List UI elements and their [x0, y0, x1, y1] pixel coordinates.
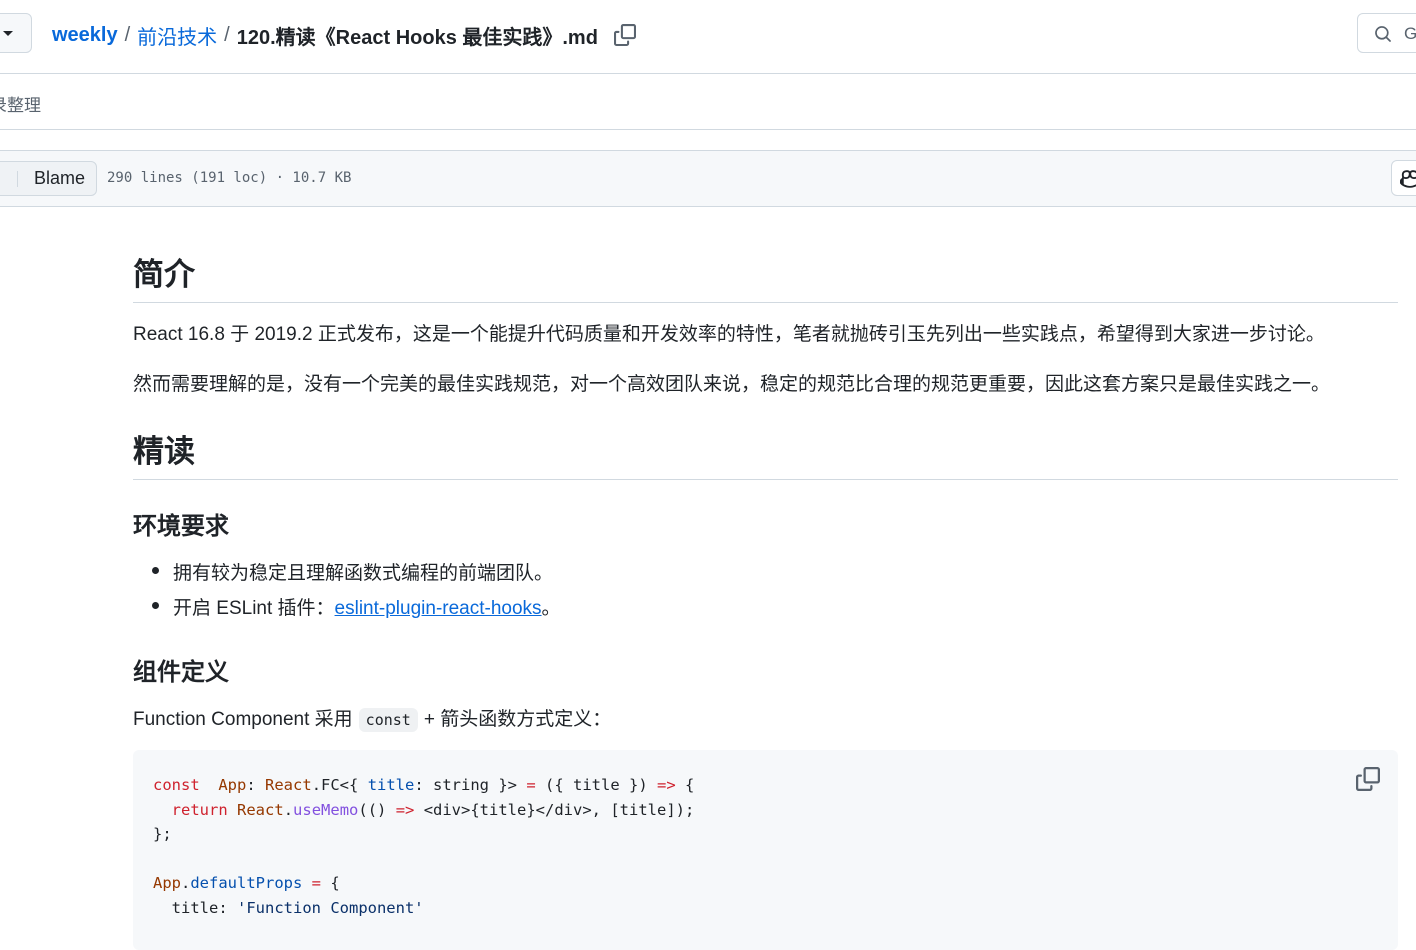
- code-token: :: [246, 776, 266, 794]
- list-item: 拥有较为稳定且理解函数式编程的前端团队。: [152, 558, 554, 585]
- code-token: defaultProps: [190, 874, 303, 893]
- paragraph-text: + 箭头函数方式定义：: [423, 709, 612, 730]
- code-token: : string }>: [414, 776, 527, 794]
- code-token: .: [181, 874, 191, 893]
- code-token: {: [321, 874, 340, 893]
- breadcrumb-separator: /: [124, 23, 131, 46]
- code-token: App: [218, 776, 247, 794]
- paragraph-intro-2: 然而需要理解的是，没有一个完美的最佳实践规范，对一个高效团队来说，稳定的规范比合…: [133, 374, 1331, 395]
- code-token: title: [367, 776, 415, 794]
- latest-commit-bar: 录整理: [0, 74, 1416, 130]
- breadcrumb-folder-link[interactable]: 前沿技术: [137, 21, 217, 50]
- breadcrumb-file-name: 120.精读《React Hooks 最佳实践》.md: [236, 26, 598, 49]
- code-token: ({ title }): [535, 776, 658, 794]
- heading-intro: 简介: [133, 249, 1398, 303]
- search-icon: [1375, 26, 1391, 42]
- breadcrumb-repo-link[interactable]: weekly: [52, 24, 118, 47]
- heading-component-definition: 组件定义: [133, 659, 229, 686]
- branch-selector-button[interactable]: [0, 13, 32, 53]
- code-token: useMemo: [293, 800, 359, 819]
- copilot-button[interactable]: [1391, 160, 1416, 196]
- bullet: [152, 567, 159, 574]
- copy-path-icon[interactable]: [613, 24, 636, 46]
- list-item-text: 拥有较为稳定且理解函数式编程的前端团队。: [173, 563, 554, 584]
- inline-code: const: [358, 708, 418, 732]
- code-token: title:: [153, 898, 237, 917]
- file-info-text: 290 lines (191 loc) · 10.7 KB: [107, 170, 352, 186]
- code-block: const App: React.FC<{ title: string }> =…: [133, 750, 1398, 950]
- file-header: Blame 290 lines (191 loc) · 10.7 KB: [0, 150, 1416, 207]
- bullet: [152, 602, 159, 609]
- code-line: const App: React.FC<{ title: string }> =…: [153, 776, 694, 794]
- list-item: 开启 ESLint 插件：eslint-plugin-react-hooks。: [152, 593, 561, 620]
- code-token: =: [311, 874, 322, 893]
- search-placeholder: G: [1404, 24, 1416, 43]
- code-line: return React.useMemo(() => <div>{title}<…: [153, 800, 695, 819]
- code-token: React: [265, 776, 312, 794]
- code-line: App.defaultProps = {: [153, 874, 340, 892]
- code-line: };: [153, 825, 172, 843]
- code-token: <div>{title}</div>, [title]);: [414, 800, 695, 819]
- heading-read: 精读: [133, 426, 1398, 480]
- go-to-file-search-input[interactable]: G: [1357, 13, 1416, 53]
- file-breadcrumb-bar: weekly / 前沿技术 / 120.精读《React Hooks 最佳实践》…: [0, 0, 1416, 74]
- breadcrumb-separator: /: [224, 23, 230, 46]
- code-content: const App: React.FC<{ title: string }> =…: [153, 773, 694, 921]
- code-token: =>: [657, 776, 676, 794]
- segment-divider: [17, 170, 18, 187]
- commit-message-link[interactable]: 录整理: [0, 91, 41, 116]
- code-token: 'Function Component': [237, 898, 424, 917]
- code-token: React: [237, 800, 284, 819]
- code-token: ((): [358, 800, 396, 819]
- code-token: const: [153, 776, 200, 794]
- copilot-icon: [1400, 170, 1416, 188]
- paragraph-component: Function Component 采用 const + 箭头函数方式定义：: [133, 704, 612, 732]
- eslint-plugin-link[interactable]: eslint-plugin-react-hooks: [335, 598, 542, 619]
- code-token: .FC<{: [311, 776, 368, 794]
- list-item-suffix: 。: [541, 598, 561, 619]
- code-line: title: 'Function Component': [153, 899, 424, 917]
- code-token: };: [153, 825, 172, 844]
- code-token: =>: [395, 800, 415, 819]
- code-token: {: [675, 776, 695, 794]
- list-item-text: 开启 ESLint 插件：: [173, 598, 335, 619]
- paragraph-text: Function Component 采用: [133, 709, 353, 730]
- chevron-down-icon: [3, 31, 13, 36]
- breadcrumb: weekly / 前沿技术 / 120.精读《React Hooks 最佳实践》…: [52, 20, 636, 50]
- code-token: .: [283, 800, 294, 819]
- code-token: return: [171, 800, 228, 819]
- code-token: App: [153, 874, 181, 893]
- paragraph-intro-1: React 16.8 于 2019.2 正式发布，这是一个能提升代码质量和开发效…: [133, 324, 1325, 345]
- copy-code-icon[interactable]: [1356, 767, 1380, 791]
- code-token: =: [526, 776, 536, 794]
- heading-environment: 环境要求: [133, 513, 229, 540]
- code-blame-toggle: Blame: [0, 161, 97, 196]
- blame-button[interactable]: Blame: [34, 168, 85, 189]
